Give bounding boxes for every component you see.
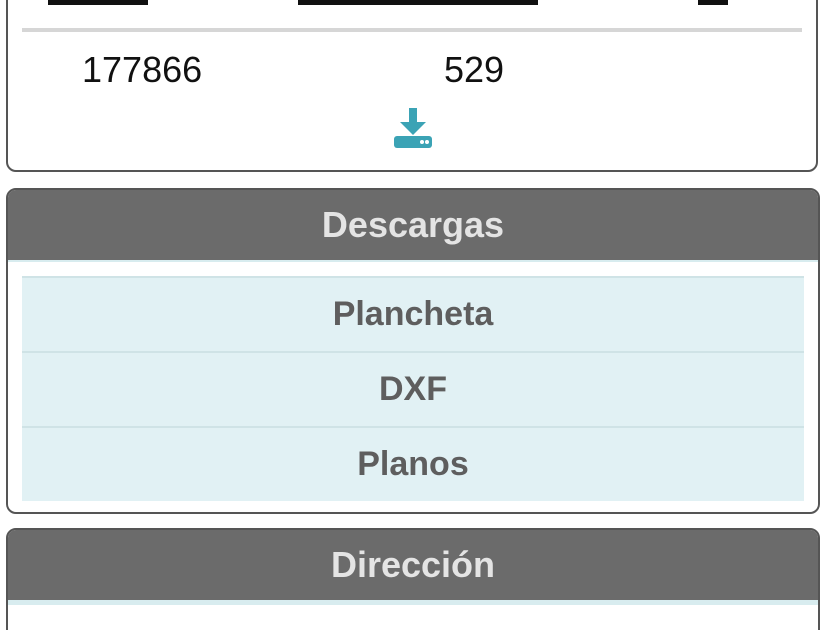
download-item-planos[interactable]: Planos — [22, 426, 804, 501]
address-content — [8, 602, 818, 630]
table-cell-value: 177866 — [82, 49, 203, 90]
download-item-plancheta[interactable]: Plancheta — [22, 276, 804, 351]
table-header-cell — [298, 0, 538, 16]
table-cell-value: 529 — [444, 49, 505, 90]
address-panel-title: Dirección — [8, 530, 818, 602]
download-button[interactable] — [392, 108, 434, 148]
page: 177866 529 Descargas Plancheta DXF Plano… — [0, 0, 840, 630]
download-item-dxf[interactable]: DXF — [22, 351, 804, 426]
downloads-panel-title: Descargas — [8, 190, 818, 262]
download-icon — [394, 108, 432, 148]
table-header-cell — [48, 0, 148, 16]
table-header-row — [8, 0, 816, 16]
table-header-cell — [698, 0, 728, 16]
downloads-panel: Descargas Plancheta DXF Planos — [6, 188, 820, 514]
parcel-info-card: 177866 529 — [6, 0, 818, 172]
address-panel: Dirección — [6, 528, 820, 630]
table-divider — [22, 28, 802, 32]
downloads-list: Plancheta DXF Planos — [22, 276, 804, 501]
